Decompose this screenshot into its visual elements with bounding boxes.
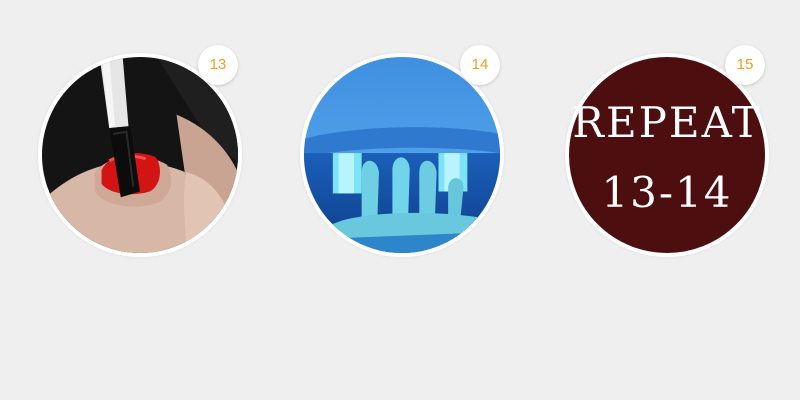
repeat-title: REPEAT: [572, 98, 762, 147]
step-13: 13: [38, 45, 242, 257]
step-number-badge: 15: [725, 45, 765, 85]
step-number-badge: 13: [198, 45, 238, 85]
step-number-badge: 14: [460, 45, 500, 85]
repeat-range: 13-14: [601, 168, 733, 217]
step-15: REPEAT 13-14 15: [565, 45, 769, 257]
step-14: 14: [300, 45, 504, 257]
